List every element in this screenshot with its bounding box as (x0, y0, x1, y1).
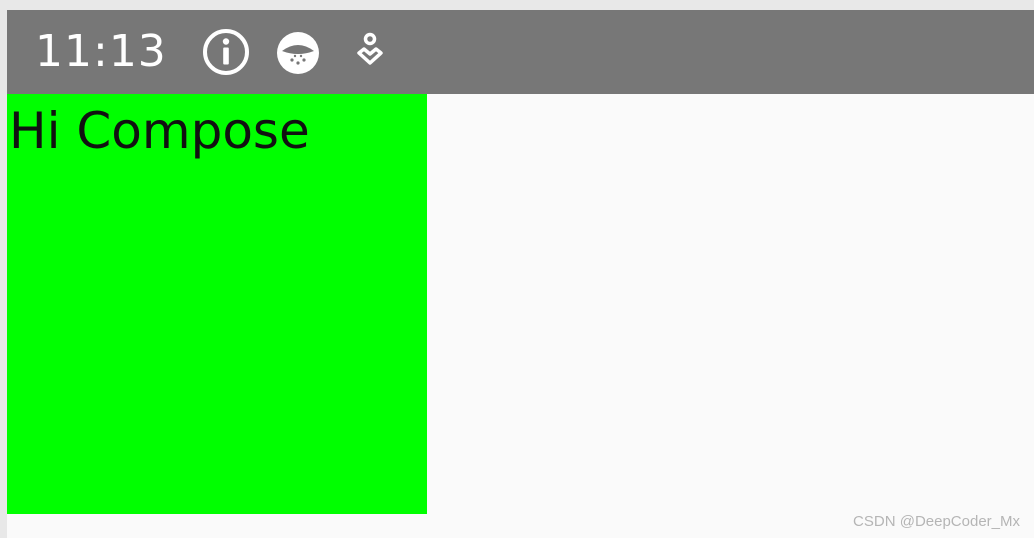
greeting-text: Hi Compose (9, 102, 310, 160)
green-content-box: Hi Compose (7, 94, 427, 514)
accessibility-icon (345, 27, 395, 77)
page: 11:13 Hi Compose CSDN @DeepCoder_Mx (0, 0, 1034, 538)
device-screen: 11:13 Hi Compose (7, 10, 1034, 538)
status-bar: 11:13 (7, 10, 1034, 94)
watermark: CSDN @DeepCoder_Mx (853, 513, 1020, 530)
info-icon (201, 27, 251, 77)
app-notification-icon (273, 27, 323, 77)
status-bar-clock: 11:13 (35, 26, 167, 77)
